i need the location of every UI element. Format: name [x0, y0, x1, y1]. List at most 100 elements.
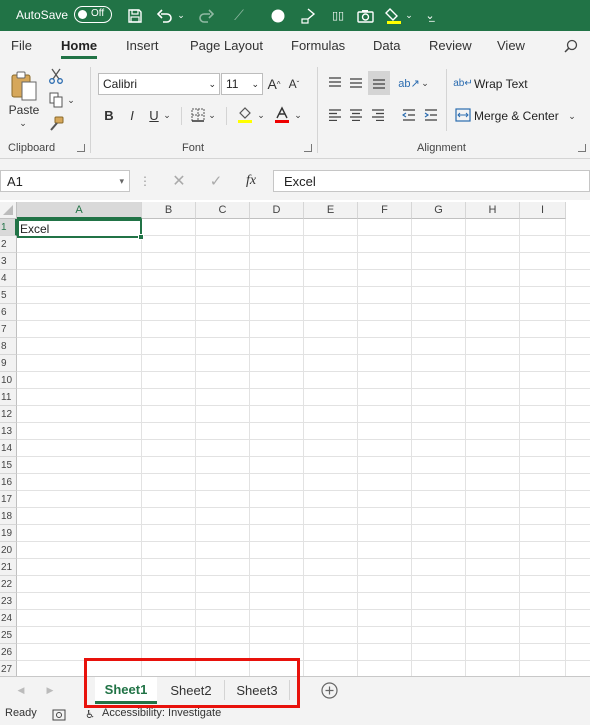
row-header-8[interactable]: 8 [0, 338, 17, 355]
accessibility-status[interactable]: Accessibility: Investigate [102, 707, 221, 719]
column-header-f[interactable]: F [358, 202, 412, 219]
column-header-e[interactable]: E [304, 202, 358, 219]
customize-icon[interactable]: ⌄̲ [423, 0, 437, 31]
align-center-icon[interactable] [347, 106, 365, 124]
insert-function-button[interactable]: fx [240, 171, 262, 191]
cut-icon[interactable] [47, 67, 65, 85]
row-header-10[interactable]: 10 [0, 372, 17, 389]
cell-a1[interactable]: Excel [17, 219, 144, 240]
splitter-icon[interactable]: ⋮ [139, 173, 151, 189]
merge-center-icon[interactable] [455, 107, 471, 123]
camera-icon[interactable] [354, 0, 376, 31]
underline-button[interactable]: U [146, 105, 162, 125]
orientation-icon[interactable]: ab↗ [398, 73, 419, 93]
font-color-icon[interactable] [273, 105, 291, 125]
font-color-dropdown-icon[interactable]: ⌄ [293, 107, 303, 123]
row-header-27[interactable]: 27 [0, 661, 17, 676]
highlight-dropdown-icon[interactable]: ⌄ [404, 0, 414, 31]
name-box[interactable]: A1 ▾ [0, 170, 130, 192]
row-header-20[interactable]: 20 [0, 542, 17, 559]
alignment-launcher-icon[interactable] [578, 144, 586, 152]
row-header-15[interactable]: 15 [0, 457, 17, 474]
row-header-18[interactable]: 18 [0, 508, 17, 525]
align-right-icon[interactable] [369, 106, 387, 124]
fill-handle[interactable] [138, 234, 144, 240]
fill-color-icon[interactable] [236, 105, 254, 125]
align-middle-icon[interactable] [347, 73, 365, 93]
row-header-1[interactable]: 1 [0, 219, 17, 236]
formula-input[interactable]: Excel [273, 170, 590, 192]
row-header-13[interactable]: 13 [0, 423, 17, 440]
column-header-d[interactable]: D [250, 202, 304, 219]
decrease-indent-icon[interactable] [400, 106, 418, 124]
row-header-2[interactable]: 2 [0, 236, 17, 253]
wrap-text-icon[interactable]: ab↵ [453, 73, 473, 93]
font-name-select[interactable]: Calibri ⌄ [98, 73, 220, 95]
row-header-12[interactable]: 12 [0, 406, 17, 423]
highlight-icon[interactable] [383, 0, 405, 31]
borders-icon[interactable] [190, 106, 206, 124]
column-header-b[interactable]: B [142, 202, 196, 219]
accessibility-icon[interactable]: ♿ [82, 707, 98, 722]
row-header-3[interactable]: 3 [0, 253, 17, 270]
paste-label[interactable]: Paste [7, 103, 41, 117]
touch-mode-icon[interactable] [297, 0, 319, 31]
tab-data[interactable]: Data [373, 38, 400, 53]
row-header-11[interactable]: 11 [0, 389, 17, 406]
row-header-19[interactable]: 19 [0, 525, 17, 542]
align-left-icon[interactable] [326, 106, 344, 124]
borders-dropdown-icon[interactable]: ⌄ [207, 107, 217, 123]
tab-view[interactable]: View [497, 38, 525, 53]
row-header-4[interactable]: 4 [0, 270, 17, 287]
row-header-6[interactable]: 6 [0, 304, 17, 321]
orientation-dropdown-icon[interactable]: ⌄ [420, 75, 430, 91]
tab-review[interactable]: Review [429, 38, 472, 53]
tab-home[interactable]: Home [61, 38, 98, 59]
row-header-25[interactable]: 25 [0, 627, 17, 644]
undo-dropdown-icon[interactable]: ⌄ [176, 0, 186, 31]
search-icon[interactable] [562, 37, 580, 55]
row-header-7[interactable]: 7 [0, 321, 17, 338]
row-header-24[interactable]: 24 [0, 610, 17, 627]
paste-dropdown-icon[interactable]: ⌄ [16, 117, 30, 129]
save-icon[interactable] [124, 0, 146, 31]
column-header-g[interactable]: G [412, 202, 466, 219]
row-header-17[interactable]: 17 [0, 491, 17, 508]
increase-indent-icon[interactable] [422, 106, 440, 124]
clipboard-launcher-icon[interactable] [77, 144, 85, 152]
form-icon[interactable]: ▯▯ [327, 0, 349, 31]
font-launcher-icon[interactable] [304, 144, 312, 152]
copy-dropdown-icon[interactable]: ⌄ [66, 93, 76, 107]
sheet-tab-sheet2[interactable]: Sheet2 [160, 677, 222, 704]
column-header-c[interactable]: C [196, 202, 250, 219]
row-header-21[interactable]: 21 [0, 559, 17, 576]
sheet-tab-sheet1[interactable]: Sheet1 [95, 677, 157, 704]
paste-icon[interactable] [8, 69, 40, 103]
autosave-toggle[interactable]: Off [74, 6, 112, 23]
undo-icon[interactable] [154, 0, 176, 31]
row-header-23[interactable]: 23 [0, 593, 17, 610]
scroll-right-icon[interactable]: ▶ [43, 683, 57, 697]
copy-icon[interactable] [47, 91, 65, 109]
row-header-26[interactable]: 26 [0, 644, 17, 661]
merge-center-dropdown-icon[interactable]: ⌄ [566, 109, 578, 123]
column-header-a[interactable]: A [17, 202, 142, 219]
fill-color-dropdown-icon[interactable]: ⌄ [256, 107, 266, 123]
bold-button[interactable]: B [101, 105, 117, 125]
decrease-font-size-icon[interactable]: Aˇ [286, 74, 302, 94]
font-size-select[interactable]: 11 ⌄ [221, 73, 263, 95]
tab-file[interactable]: File [11, 38, 32, 53]
tab-page-layout[interactable]: Page Layout [190, 38, 263, 53]
align-bottom-icon[interactable] [368, 71, 390, 95]
row-header-22[interactable]: 22 [0, 576, 17, 593]
row-header-9[interactable]: 9 [0, 355, 17, 372]
row-header-16[interactable]: 16 [0, 474, 17, 491]
select-all-button[interactable] [0, 202, 17, 219]
spreadsheet-grid[interactable]: ABCDEFGHI 1 2 3 4 5 6 7 8 9 10 11 12 13 14 15 16 17 18 19 2… [0, 202, 590, 676]
tab-insert[interactable]: Insert [126, 38, 159, 53]
macro-record-icon[interactable] [51, 707, 67, 722]
format-painter-brush-icon[interactable] [47, 115, 65, 133]
align-top-icon[interactable] [326, 73, 344, 93]
circle-icon[interactable] [267, 0, 289, 31]
wrap-text-button[interactable]: Wrap Text [474, 77, 528, 91]
